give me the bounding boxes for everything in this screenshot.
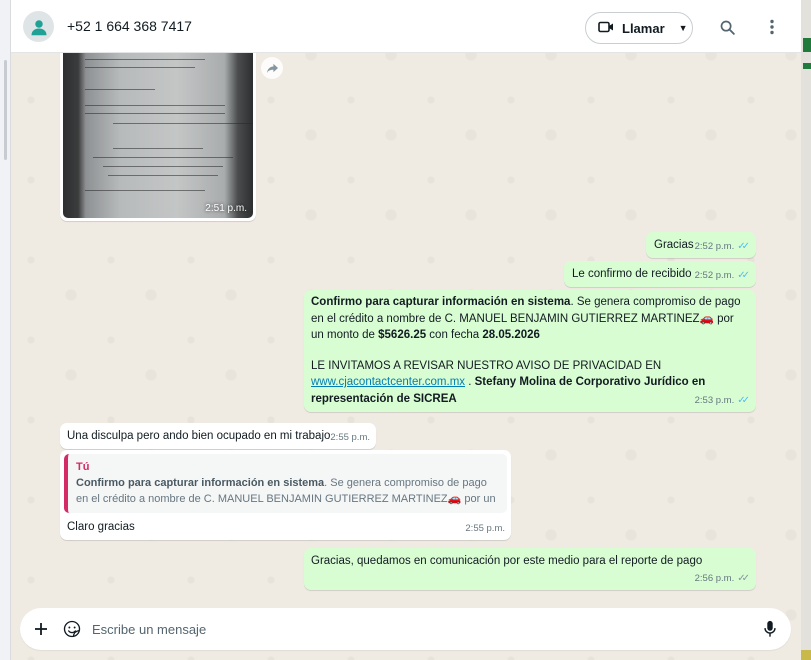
video-call-icon [598, 21, 614, 36]
reply-body: Claro gracias [60, 513, 511, 542]
right-edge [801, 0, 811, 660]
message-bold-text: Confirmo para capturar información en si… [311, 296, 571, 308]
message-text: LE INVITAMOS A REVISAR NUESTRO AVISO DE … [311, 359, 662, 372]
car-emoji: 🚗 [699, 312, 714, 325]
incoming-message[interactable]: Una disculpa pero ando bien ocupado en m… [60, 423, 376, 449]
search-icon[interactable] [717, 17, 737, 37]
incoming-message[interactable]: Tú Confirmo para capturar información en… [60, 450, 511, 540]
privacy-link[interactable]: www.cjacontactcenter.com.mx [311, 376, 465, 388]
chat-window: +52 1 664 368 7417 Llamar ▼ 2:51 p.m. Gr… [11, 0, 801, 660]
background-window-fragment [803, 63, 811, 69]
contact-name[interactable]: +52 1 664 368 7417 [67, 18, 192, 34]
message-meta: 2:53 p.m. ✓✓ [695, 393, 750, 410]
message-meta: 2:52 p.m. ✓✓ [695, 239, 750, 256]
message-text: Una disculpa pero ando bien ocupado en m… [67, 430, 331, 442]
contact-avatar-icon[interactable] [23, 11, 54, 42]
chevron-down-icon: ▼ [678, 23, 688, 33]
car-emoji: 🚗 [447, 493, 462, 505]
read-ticks-icon: ✓✓ [737, 394, 750, 406]
plus-icon[interactable] [31, 619, 51, 639]
outgoing-message[interactable]: Gracias, quedamos en comunicación por es… [304, 548, 756, 590]
quote-body: Confirmo para capturar información en si… [76, 475, 499, 507]
read-ticks-icon: ✓✓ [737, 269, 750, 281]
sticker-icon[interactable] [62, 619, 82, 639]
message-time: 2:56 p.m. [694, 572, 735, 584]
message-meta: 2:56 p.m. ✓✓ [695, 571, 750, 588]
receipt-photo[interactable]: 2:51 p.m. [63, 53, 253, 218]
message-time: 2:55 p.m. [330, 431, 370, 443]
quote-author: Tú [76, 461, 90, 473]
call-label: Llamar [622, 20, 665, 36]
amount-text: $5626.25 [378, 329, 427, 341]
forward-icon[interactable] [261, 57, 283, 79]
message-time: 2:52 p.m. [694, 269, 735, 281]
quote-bold-text: Confirmo para capturar información en si… [76, 477, 325, 489]
left-panel-edge [0, 0, 11, 660]
message-body-2: LE INVITAMOS A REVISAR NUESTRO AVISO DE … [311, 358, 749, 408]
message-time: 2:53 p.m. [694, 394, 735, 406]
menu-dots-icon[interactable] [762, 17, 782, 37]
call-button[interactable]: Llamar ▼ [585, 12, 693, 44]
chat-header: +52 1 664 368 7417 Llamar ▼ [11, 0, 801, 53]
mic-icon[interactable] [760, 619, 780, 639]
read-ticks-icon: ✓✓ [737, 240, 750, 252]
message-time: 2:52 p.m. [694, 240, 735, 252]
outgoing-message[interactable]: Gracias 2:52 p.m. ✓✓ [646, 232, 756, 258]
message-text: Le confirmo de recibido [572, 268, 692, 280]
message-composer [20, 608, 791, 650]
outgoing-message[interactable]: Le confirmo de recibido 2:52 p.m. ✓✓ [564, 261, 756, 287]
message-text: Gracias [654, 239, 694, 251]
message-text: Claro gracias [67, 521, 135, 533]
message-body: Confirmo para capturar información en si… [311, 294, 749, 344]
message-time: 2:55 p.m. [465, 522, 505, 534]
quoted-message[interactable]: Tú Confirmo para capturar información en… [64, 454, 507, 513]
date-text: 28.05.2026 [482, 329, 540, 341]
delivered-ticks-icon: ✓✓ [737, 572, 750, 584]
scrollbar[interactable] [4, 60, 7, 160]
message-text: . [465, 376, 475, 388]
message-meta: 2:52 p.m. ✓✓ [695, 268, 750, 285]
taskbar-fragment [801, 650, 811, 660]
message-input[interactable] [92, 618, 732, 640]
message-text: Gracias, quedamos en comunicación por es… [311, 555, 703, 567]
outgoing-message[interactable]: Confirmo para capturar información en si… [304, 290, 756, 412]
background-window-fragment [803, 38, 811, 52]
message-text: con fecha [426, 329, 483, 341]
image-timestamp: 2:51 p.m. [205, 203, 247, 214]
image-message[interactable]: 2:51 p.m. [60, 50, 256, 221]
